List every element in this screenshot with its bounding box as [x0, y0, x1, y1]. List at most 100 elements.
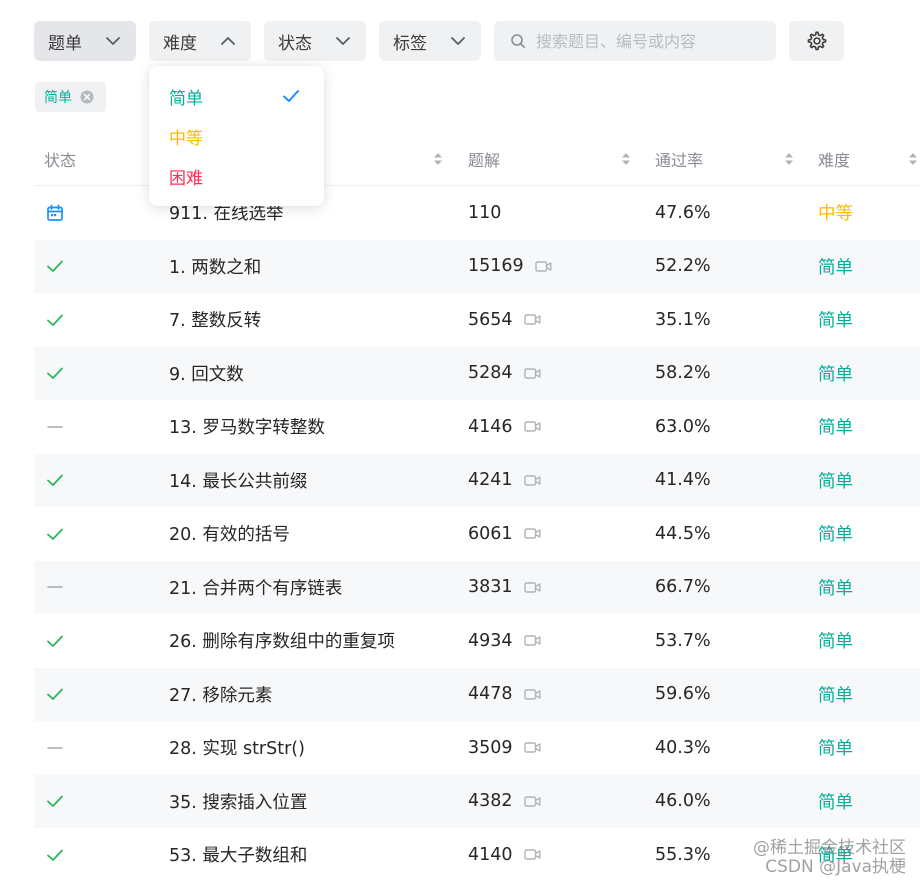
video-icon[interactable]: [523, 741, 541, 754]
acceptance-rate: 59.6%: [655, 684, 711, 705]
solutions-count: 4140: [468, 844, 513, 865]
table-row[interactable]: 26. 删除有序数组中的重复项 4934 53.7% 简单: [34, 614, 920, 668]
chevron-down-icon: [106, 37, 120, 45]
table-row[interactable]: 13. 罗马数字转整数 4146 63.0% 简单: [34, 400, 920, 454]
problem-table: 状态 题解 通过率 难度 911. 在线选举 110 47.6% 中等 1. 两数之和 1…: [34, 132, 920, 882]
video-icon[interactable]: [523, 474, 541, 487]
video-icon[interactable]: [523, 688, 541, 701]
status-cell: [46, 293, 64, 347]
dropdown-option-medium[interactable]: 中等: [169, 121, 203, 151]
header-difficulty[interactable]: 难度: [818, 147, 850, 171]
status-cell: [46, 454, 64, 508]
table-row[interactable]: 9. 回文数 5284 58.2% 简单: [34, 346, 920, 401]
table-row[interactable]: 14. 最长公共前缀 4241 41.4% 简单: [34, 453, 920, 508]
problem-title-link[interactable]: 53. 最大子数组和: [169, 828, 307, 882]
table-row[interactable]: 27. 移除元素 4478 59.6% 简单: [34, 667, 920, 722]
status-cell: [46, 775, 64, 829]
video-icon[interactable]: [523, 795, 541, 808]
tags-filter-button[interactable]: 标签: [379, 21, 481, 61]
settings-button[interactable]: [789, 21, 844, 61]
acceptance-rate: 58.2%: [655, 363, 711, 384]
remove-chip-icon[interactable]: [80, 90, 94, 104]
status-cell: [46, 614, 64, 668]
solutions-cell[interactable]: 3831: [468, 561, 541, 615]
difficulty-label: 简单: [818, 364, 853, 385]
table-row[interactable]: 35. 搜索插入位置 4382 46.0% 简单: [34, 774, 920, 829]
problem-title-link[interactable]: 13. 罗马数字转整数: [169, 400, 325, 454]
status-cell: [46, 400, 64, 454]
video-icon[interactable]: [523, 420, 541, 433]
table-row[interactable]: 7. 整数反转 5654 35.1% 简单: [34, 293, 920, 347]
table-row[interactable]: 20. 有效的括号 6061 44.5% 简单: [34, 507, 920, 561]
solutions-cell[interactable]: 5654: [468, 293, 541, 347]
problem-title-link[interactable]: 9. 回文数: [169, 347, 244, 401]
solutions-count: 5284: [468, 363, 513, 384]
status-cell: [46, 240, 64, 294]
acceptance-rate: 53.7%: [655, 630, 711, 651]
video-icon[interactable]: [534, 260, 552, 273]
acceptance-rate: 66.7%: [655, 577, 711, 598]
sort-icon[interactable]: [621, 151, 631, 167]
calendar-icon: [47, 204, 63, 221]
difficulty-label: 简单: [818, 257, 853, 278]
solutions-cell[interactable]: 4382: [468, 775, 541, 829]
solutions-cell[interactable]: 110: [468, 186, 501, 240]
search-input[interactable]: [534, 30, 768, 52]
video-icon[interactable]: [523, 634, 541, 647]
solutions-count: 4146: [468, 416, 513, 437]
dropdown-option-easy[interactable]: 简单: [169, 81, 309, 111]
difficulty-label: 简单: [818, 792, 853, 813]
header-solutions[interactable]: 题解: [468, 147, 500, 171]
table-row[interactable]: 28. 实现 strStr() 3509 40.3% 简单: [34, 721, 920, 775]
status-filter-button[interactable]: 状态: [264, 21, 366, 61]
dropdown-option-label: 困难: [169, 168, 203, 189]
acceptance-rate: 46.0%: [655, 791, 711, 812]
problem-title-link[interactable]: 27. 移除元素: [169, 668, 272, 722]
solutions-cell[interactable]: 4140: [468, 828, 541, 882]
problem-title-link[interactable]: 26. 删除有序数组中的重复项: [169, 614, 395, 668]
dropdown-option-hard[interactable]: 困难: [169, 161, 203, 191]
video-icon[interactable]: [523, 848, 541, 861]
solutions-cell[interactable]: 15169: [468, 240, 552, 294]
problem-title-link[interactable]: 1. 两数之和: [169, 240, 261, 294]
solutions-count: 3509: [468, 737, 513, 758]
sort-icon[interactable]: [908, 151, 918, 167]
solutions-cell[interactable]: 4478: [468, 668, 541, 722]
header-acceptance[interactable]: 通过率: [655, 147, 703, 171]
table-row[interactable]: 1. 两数之和 15169 52.2% 简单: [34, 239, 920, 294]
chevron-down-icon: [451, 37, 465, 45]
acceptance-rate: 63.0%: [655, 416, 711, 437]
problem-title-link[interactable]: 20. 有效的括号: [169, 507, 290, 561]
difficulty-filter-button[interactable]: 难度: [149, 21, 251, 61]
problem-list-filter-label: 题单: [48, 33, 82, 54]
problem-title-link[interactable]: 14. 最长公共前缀: [169, 454, 307, 508]
table-row[interactable]: 21. 合并两个有序链表 3831 66.7% 简单: [34, 560, 920, 615]
solutions-count: 5654: [468, 309, 513, 330]
sort-icon[interactable]: [433, 151, 443, 167]
solutions-cell[interactable]: 5284: [468, 347, 541, 401]
problem-title-link[interactable]: 28. 实现 strStr(): [169, 721, 305, 775]
problem-title-link[interactable]: 7. 整数反转: [169, 293, 261, 347]
acceptance-rate: 40.3%: [655, 737, 711, 758]
problem-list-filter-button[interactable]: 题单: [34, 21, 136, 61]
difficulty-label: 简单: [818, 471, 853, 492]
status-cell: [46, 668, 64, 722]
problem-title-link[interactable]: 35. 搜索插入位置: [169, 775, 307, 829]
video-icon[interactable]: [523, 527, 541, 540]
difficulty-label: 简单: [818, 418, 853, 439]
video-icon[interactable]: [523, 313, 541, 326]
solutions-cell[interactable]: 4146: [468, 400, 541, 454]
active-filter-chip-label: 简单: [44, 90, 72, 106]
video-icon[interactable]: [523, 581, 541, 594]
sort-icon[interactable]: [784, 151, 794, 167]
video-icon[interactable]: [523, 367, 541, 380]
solutions-cell[interactable]: 3509: [468, 721, 541, 775]
status-cell: [46, 507, 64, 561]
problem-title-link[interactable]: 21. 合并两个有序链表: [169, 561, 342, 615]
acceptance-rate: 52.2%: [655, 256, 711, 277]
solutions-cell[interactable]: 6061: [468, 507, 541, 561]
difficulty-filter-label: 难度: [163, 33, 197, 54]
acceptance-rate: 35.1%: [655, 309, 711, 330]
solutions-cell[interactable]: 4934: [468, 614, 541, 668]
solutions-cell[interactable]: 4241: [468, 454, 541, 508]
